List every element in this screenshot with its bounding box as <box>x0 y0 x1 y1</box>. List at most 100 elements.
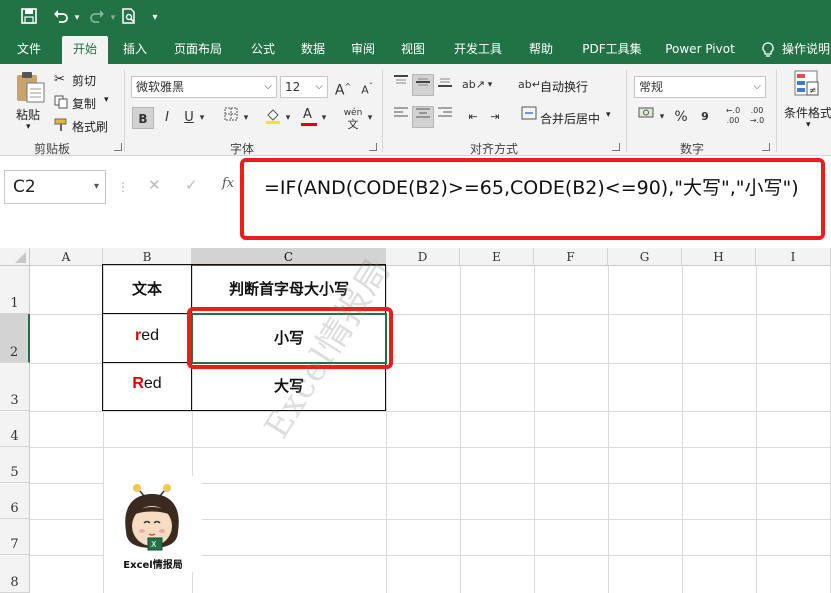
tab-review[interactable]: 审阅 <box>340 36 386 64</box>
tab-help[interactable]: 帮助 <box>518 36 564 64</box>
tab-formulas[interactable]: 公式 <box>240 36 286 64</box>
paste-dropdown-icon[interactable]: ▾ <box>26 122 31 132</box>
conditional-formatting-button[interactable]: 条件格式 <box>784 104 831 121</box>
row-header-6[interactable]: 6 <box>0 483 30 519</box>
column-header-f[interactable]: F <box>534 248 608 266</box>
decrease-font-size-button[interactable]: Aˇ <box>356 76 378 98</box>
top-align-icon[interactable] <box>390 74 412 96</box>
cell-b1[interactable]: 文本 <box>103 278 191 299</box>
phonetic-guide-button[interactable]: wén 文 <box>340 107 366 131</box>
column-header-a[interactable]: A <box>30 248 103 266</box>
cut-button[interactable]: 剪切 <box>72 72 96 89</box>
name-box[interactable]: C2 ▾ <box>4 170 106 204</box>
row-header-2[interactable]: 2 <box>0 314 30 363</box>
fill-color-dropdown-icon[interactable]: ▾ <box>282 107 294 129</box>
tab-view[interactable]: 视图 <box>390 36 436 64</box>
decrease-indent-icon[interactable]: ⇤ <box>462 106 484 128</box>
redo-icon[interactable] <box>86 8 108 28</box>
undo-icon[interactable] <box>50 8 72 28</box>
phonetic-dropdown-icon[interactable]: ▾ <box>364 107 376 129</box>
orientation-dropdown-icon[interactable]: ▾ <box>484 74 496 96</box>
tab-insert[interactable]: 插入 <box>112 36 158 64</box>
tab-power-pivot[interactable]: Power Pivot <box>660 36 740 64</box>
tab-data[interactable]: 数据 <box>290 36 336 64</box>
confirm-entry-button[interactable]: ✓ <box>185 176 198 194</box>
tab-tell-me[interactable]: 操作说明 <box>782 36 831 64</box>
tab-file[interactable]: 文件 <box>6 36 52 64</box>
wrap-text-button[interactable]: 自动换行 <box>540 78 588 95</box>
underline-dropdown-icon[interactable]: ▾ <box>196 107 208 129</box>
bold-button[interactable]: B <box>132 107 154 129</box>
row-header-1[interactable]: 1 <box>0 266 30 314</box>
decrease-decimal-button[interactable]: .00 →.0 <box>746 106 768 128</box>
row-header-4[interactable]: 4 <box>0 411 30 447</box>
align-center-icon[interactable] <box>412 106 434 128</box>
paste-button[interactable]: 粘贴 <box>16 106 40 123</box>
font-size-select[interactable]: 12 ⌵ <box>280 76 328 98</box>
increase-font-size-button[interactable]: A^ <box>332 76 354 99</box>
borders-icon[interactable] <box>220 107 242 129</box>
select-all-button[interactable] <box>0 248 30 266</box>
customize-qat-icon[interactable]: ▾ <box>148 8 162 28</box>
alignment-launcher-icon[interactable] <box>612 143 620 151</box>
copy-icon[interactable] <box>54 95 68 112</box>
increase-decimal-button[interactable]: ←.0.00 <box>722 106 744 128</box>
row-header-3[interactable]: 3 <box>0 363 30 411</box>
tab-developer[interactable]: 开发工具 <box>446 36 510 64</box>
print-preview-icon[interactable] <box>118 8 140 28</box>
number-format-select[interactable]: 常规 ⌵ <box>634 76 766 98</box>
column-header-d[interactable]: D <box>386 248 460 266</box>
font-launcher-icon[interactable] <box>369 143 377 151</box>
comma-style-button[interactable]: 9 <box>694 106 716 128</box>
name-box-dropdown-icon[interactable]: ▾ <box>94 171 99 203</box>
borders-dropdown-icon[interactable]: ▾ <box>240 107 252 129</box>
paste-icon[interactable] <box>14 70 46 106</box>
formula-input[interactable]: =IF(AND(CODE(B2)>=65,CODE(B2)<=90),"大写",… <box>264 173 799 200</box>
align-left-icon[interactable] <box>390 106 412 128</box>
column-header-e[interactable]: E <box>460 248 534 266</box>
format-painter-button[interactable]: 格式刷 <box>72 118 108 135</box>
format-painter-icon[interactable] <box>54 118 68 135</box>
copy-dropdown-icon[interactable]: ▾ <box>104 95 109 105</box>
font-color-button[interactable]: A <box>298 107 320 129</box>
accounting-format-icon[interactable] <box>636 106 658 128</box>
row-header-5[interactable]: 5 <box>0 447 30 483</box>
wrap-text-icon[interactable]: ab↵ <box>518 74 541 96</box>
redo-dropdown-icon[interactable]: ▾ <box>108 8 118 28</box>
merge-center-icon[interactable] <box>518 106 540 128</box>
tab-home[interactable]: 开始 <box>62 36 108 64</box>
middle-align-icon[interactable] <box>412 74 434 96</box>
insert-function-button[interactable]: fx <box>222 176 234 191</box>
cancel-entry-button[interactable]: ✕ <box>148 176 161 194</box>
merge-dropdown-icon[interactable]: ▾ <box>606 110 611 120</box>
fill-color-icon[interactable] <box>262 107 284 129</box>
orientation-icon[interactable]: ab↗ <box>462 74 485 96</box>
tab-pdf-tools[interactable]: PDF工具集 <box>574 36 650 64</box>
bottom-align-icon[interactable] <box>434 74 456 96</box>
column-header-i[interactable]: I <box>756 248 831 266</box>
increase-indent-icon[interactable]: ⇥ <box>484 106 506 128</box>
align-right-icon[interactable] <box>434 106 456 128</box>
accounting-dropdown-icon[interactable]: ▾ <box>656 106 668 128</box>
formula-bar-grip-icon[interactable]: ⋮ <box>117 180 129 194</box>
cell-b3[interactable]: Red <box>103 375 191 393</box>
lightbulb-icon[interactable] <box>758 36 778 64</box>
column-header-h[interactable]: H <box>682 248 756 266</box>
percent-button[interactable]: % <box>670 106 692 128</box>
row-header-8[interactable]: 8 <box>0 555 30 593</box>
conditional-formatting-dropdown-icon[interactable]: ▾ <box>806 120 811 130</box>
cell-b2[interactable]: red <box>103 327 191 345</box>
font-name-select[interactable]: 微软雅黑 ⌵ <box>131 76 277 98</box>
merge-center-button[interactable]: 合并后居中 <box>540 110 600 127</box>
tab-page-layout[interactable]: 页面布局 <box>166 36 230 64</box>
italic-button[interactable]: I <box>156 107 178 129</box>
scissors-icon[interactable]: ✂ <box>54 72 65 87</box>
save-icon[interactable] <box>18 8 40 28</box>
number-launcher-icon[interactable] <box>762 143 770 151</box>
conditional-formatting-icon[interactable]: ≠ <box>794 70 822 100</box>
copy-button[interactable]: 复制 <box>72 95 96 112</box>
clipboard-launcher-icon[interactable] <box>114 143 122 151</box>
undo-dropdown-icon[interactable]: ▾ <box>72 8 82 28</box>
column-header-g[interactable]: G <box>608 248 682 266</box>
row-header-7[interactable]: 7 <box>0 519 30 555</box>
